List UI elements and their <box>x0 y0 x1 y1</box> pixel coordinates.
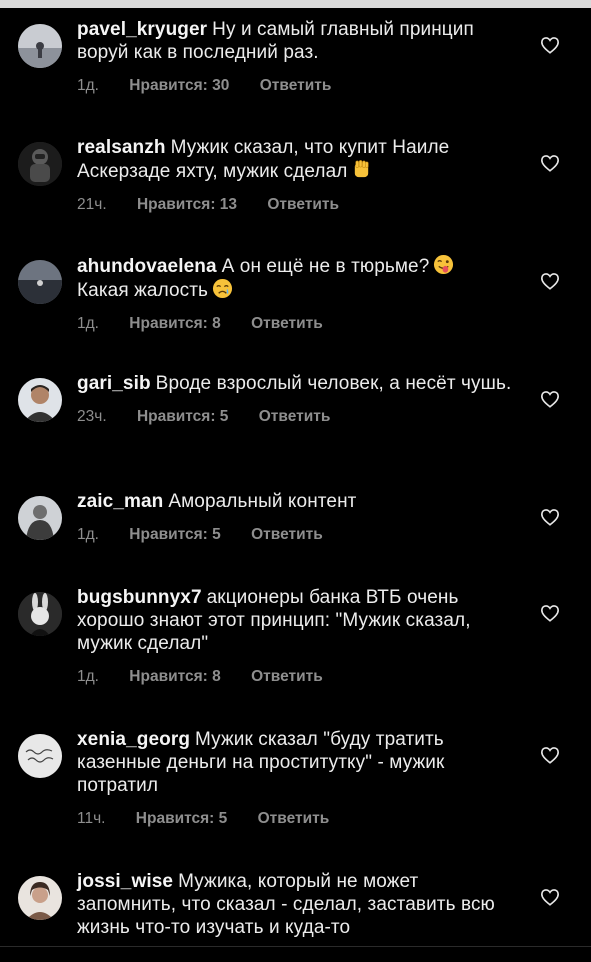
reply-button[interactable]: Ответить <box>258 810 330 827</box>
comment-time: 21ч. <box>77 196 107 213</box>
comment-body: Вроде взрослый человек, а несёт чушь. <box>155 373 512 394</box>
comment-username[interactable]: xenia_georg <box>77 729 190 750</box>
comment-username[interactable]: pavel_kryuger <box>77 19 207 40</box>
comment-likes[interactable]: Нравится: 8 <box>129 315 220 332</box>
avatar-person-icon <box>18 496 62 540</box>
avatar-astronaut-icon <box>18 142 62 186</box>
like-heart-icon[interactable] <box>540 390 560 408</box>
avatar[interactable] <box>18 378 62 422</box>
comment-text: bugsbunnyx7 акционеры банка ВТБ очень хор… <box>77 586 517 655</box>
avatar-handwriting-icon <box>18 734 62 778</box>
avatar[interactable] <box>18 496 62 540</box>
avatar[interactable] <box>18 24 62 68</box>
comment-meta: 23ч. Нравится: 5 Ответить <box>77 408 517 426</box>
comment-username[interactable]: gari_sib <box>77 373 151 394</box>
comment-meta: 1д. Нравится: 30 Ответить <box>77 77 517 95</box>
avatar-landscape-icon <box>18 24 62 68</box>
comment-likes[interactable]: Нравится: 5 <box>137 408 228 425</box>
comment-username[interactable]: bugsbunnyx7 <box>77 587 202 608</box>
comment-likes[interactable]: Нравится: 8 <box>129 668 220 685</box>
avatar[interactable] <box>18 876 62 920</box>
comment-meta: 1д. Нравится: 8 Ответить <box>77 315 517 333</box>
comment-meta: 11ч. Нравится: 5 Ответить <box>77 810 517 828</box>
comment-meta: 1д. Нравится: 8 Ответить <box>77 668 517 686</box>
reply-button[interactable]: Ответить <box>251 668 323 685</box>
winking-tongue-emoji <box>434 254 454 275</box>
comment-username[interactable]: jossi_wise <box>77 871 173 892</box>
comment-text: gari_sib Вроде взрослый человек, а несёт … <box>77 372 517 395</box>
reply-button[interactable]: Ответить <box>259 408 331 425</box>
comment-likes[interactable]: Нравится: 5 <box>136 810 227 827</box>
like-heart-icon[interactable] <box>540 888 560 906</box>
comment-text: xenia_georg Мужик сказал "буду тратить ка… <box>77 728 517 797</box>
reply-button[interactable]: Ответить <box>260 77 332 94</box>
reply-button[interactable]: Ответить <box>267 196 339 213</box>
comment-time: 1д. <box>77 668 99 685</box>
comment-text: zaic_man Аморальный контент <box>77 490 517 513</box>
comment-time: 1д. <box>77 315 99 332</box>
like-heart-icon[interactable] <box>540 272 560 290</box>
comment-text: jossi_wise Мужика, который не может запом… <box>77 870 517 939</box>
comment-likes[interactable]: Нравится: 5 <box>129 526 220 543</box>
avatar[interactable] <box>18 142 62 186</box>
avatar-person-icon <box>18 378 62 422</box>
like-heart-icon[interactable] <box>540 154 560 172</box>
comment-time: 11ч. <box>77 810 106 827</box>
comment-text: pavel_kryuger Ну и самый главный принцип … <box>77 18 517 64</box>
comment-username[interactable]: zaic_man <box>77 491 163 512</box>
like-heart-icon[interactable] <box>540 508 560 526</box>
comment-body: Аморальный контент <box>168 491 357 512</box>
top-edge-strip <box>0 0 591 8</box>
crying-face-emoji <box>213 278 233 299</box>
comment-username[interactable]: realsanzh <box>77 137 166 158</box>
comment-likes[interactable]: Нравится: 30 <box>129 77 229 94</box>
like-heart-icon[interactable] <box>540 36 560 54</box>
avatar-landscape-icon <box>18 260 62 304</box>
comment-meta: 1д. Нравится: 5 Ответить <box>77 526 517 544</box>
comment-meta: 21ч. Нравится: 13 Ответить <box>77 196 517 214</box>
reply-button[interactable]: Ответить <box>251 315 323 332</box>
comment-time: 1д. <box>77 526 99 543</box>
bottom-divider <box>0 946 591 947</box>
comment-username[interactable]: ahundovaelena <box>77 256 217 277</box>
like-heart-icon[interactable] <box>540 604 560 622</box>
avatar-person-icon <box>18 876 62 920</box>
avatar[interactable] <box>18 592 62 636</box>
comment-time: 23ч. <box>77 408 107 425</box>
avatar-bunny-icon <box>18 592 62 636</box>
like-heart-icon[interactable] <box>540 746 560 764</box>
raised-fist-emoji <box>355 160 369 178</box>
comment-body-line2: Какая жалость <box>77 280 209 301</box>
comment-text: ahundovaelena А он ещё не в тюрьме? Какая … <box>77 254 517 302</box>
comment-likes[interactable]: Нравится: 13 <box>137 196 237 213</box>
reply-button[interactable]: Ответить <box>251 526 323 543</box>
comment-time: 1д. <box>77 77 99 94</box>
comment-body: А он ещё не в тюрьме? <box>221 256 430 277</box>
avatar[interactable] <box>18 734 62 778</box>
comment-text: realsanzh Мужик сказал, что купит Наиле А… <box>77 136 517 183</box>
avatar[interactable] <box>18 260 62 304</box>
